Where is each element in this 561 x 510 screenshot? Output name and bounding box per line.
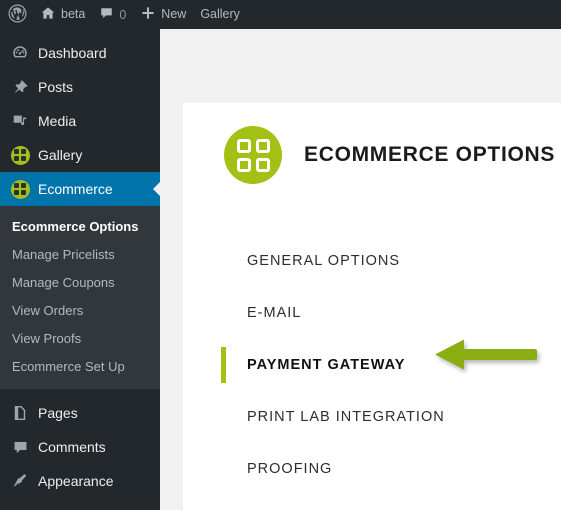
nav-item-label: E-MAIL — [247, 305, 302, 321]
ecommerce-options-panel: ECOMMERCE OPTIONS GENERAL OPTIONS E-MAIL… — [183, 103, 561, 510]
sidebar-separator — [0, 389, 160, 396]
appearance-icon — [10, 471, 30, 491]
sidebar-item-label: Media — [38, 113, 77, 129]
grid-circle-icon — [10, 145, 30, 165]
grid-circle-icon — [10, 179, 30, 199]
adminbar-item-comments[interactable]: 0 — [92, 0, 133, 29]
page-title: ECOMMERCE OPTIONS — [304, 143, 556, 166]
sidebar-item-dashboard[interactable]: Dashboard — [0, 36, 160, 70]
submenu-item-view-proofs[interactable]: View Proofs — [0, 325, 160, 353]
nav-item-general-options[interactable]: GENERAL OPTIONS — [183, 235, 561, 287]
nav-item-proofing[interactable]: PROOFING — [183, 443, 561, 495]
submenu-item-ecommerce-set-up[interactable]: Ecommerce Set Up — [0, 353, 160, 381]
sidebar-item-comments[interactable]: Comments — [0, 430, 160, 464]
sidebar-item-ecommerce[interactable]: Ecommerce — [0, 172, 161, 206]
sidebar-item-posts[interactable]: Posts — [0, 70, 160, 104]
sidebar-item-appearance[interactable]: Appearance — [0, 464, 160, 498]
adminbar-item-site-name[interactable]: beta — [33, 0, 92, 29]
submenu-item-ecommerce-options[interactable]: Ecommerce Options — [0, 213, 160, 241]
sidebar-item-label: Posts — [38, 79, 74, 95]
admin-sidebar: Dashboard Posts Media Gallery Ecommerce … — [0, 29, 161, 510]
sidebar-item-label: Pages — [38, 405, 78, 421]
admin-screen: beta 0 New Gallery Dashboard Posts Media… — [0, 0, 561, 510]
active-accent-bar — [221, 347, 226, 383]
adminbar-gallery-label: Gallery — [200, 7, 240, 22]
nav-item-print-lab-integration[interactable]: PRINT LAB INTEGRATION — [183, 391, 561, 443]
adminbar-comment-count: 0 — [119, 7, 127, 22]
content-area: ECOMMERCE OPTIONS GENERAL OPTIONS E-MAIL… — [160, 29, 561, 510]
pages-icon — [10, 403, 30, 423]
sidebar-item-label: Appearance — [38, 473, 114, 489]
nav-item-e-mail[interactable]: E-MAIL — [183, 287, 561, 339]
adminbar-site-name-label: beta — [61, 7, 86, 22]
media-icon — [10, 111, 30, 131]
adminbar-item-wordpress[interactable] — [0, 0, 33, 29]
left-arrow-annotation-icon — [433, 337, 537, 372]
plus-icon — [140, 5, 156, 24]
adminbar-item-gallery[interactable]: Gallery — [193, 0, 247, 29]
wordpress-logo-icon — [8, 4, 27, 26]
admin-bar: beta 0 New Gallery — [0, 0, 561, 29]
nav-item-label: PRINT LAB INTEGRATION — [247, 409, 445, 425]
nav-item-label: PROOFING — [247, 461, 333, 477]
sidebar-item-label: Comments — [38, 439, 106, 455]
submenu-item-manage-coupons[interactable]: Manage Coupons — [0, 269, 160, 297]
sidebar-item-label: Gallery — [38, 147, 83, 163]
submenu-item-manage-pricelists[interactable]: Manage Pricelists — [0, 241, 160, 269]
nav-item-label: PAYMENT GATEWAY — [247, 357, 406, 373]
dashboard-icon — [10, 43, 30, 63]
nav-item-label: GENERAL OPTIONS — [247, 253, 401, 269]
sidebar-item-label: Dashboard — [38, 45, 107, 61]
sidebar-item-gallery[interactable]: Gallery — [0, 138, 160, 172]
adminbar-new-label: New — [161, 7, 187, 22]
pin-icon — [10, 77, 30, 97]
grid-circle-icon — [224, 126, 282, 184]
comment-icon — [99, 6, 114, 24]
page-header: ECOMMERCE OPTIONS — [224, 126, 555, 184]
sidebar-top-spacer — [0, 29, 160, 36]
submenu-item-view-orders[interactable]: View Orders — [0, 297, 160, 325]
sidebar-item-media[interactable]: Media — [0, 104, 160, 138]
sidebar-item-label: Ecommerce — [38, 181, 113, 197]
adminbar-item-new[interactable]: New — [133, 0, 193, 29]
comments-icon — [10, 437, 30, 457]
sidebar-submenu-ecommerce: Ecommerce Options Manage Pricelists Mana… — [0, 206, 160, 389]
home-icon — [40, 5, 56, 24]
sidebar-item-pages[interactable]: Pages — [0, 396, 160, 430]
